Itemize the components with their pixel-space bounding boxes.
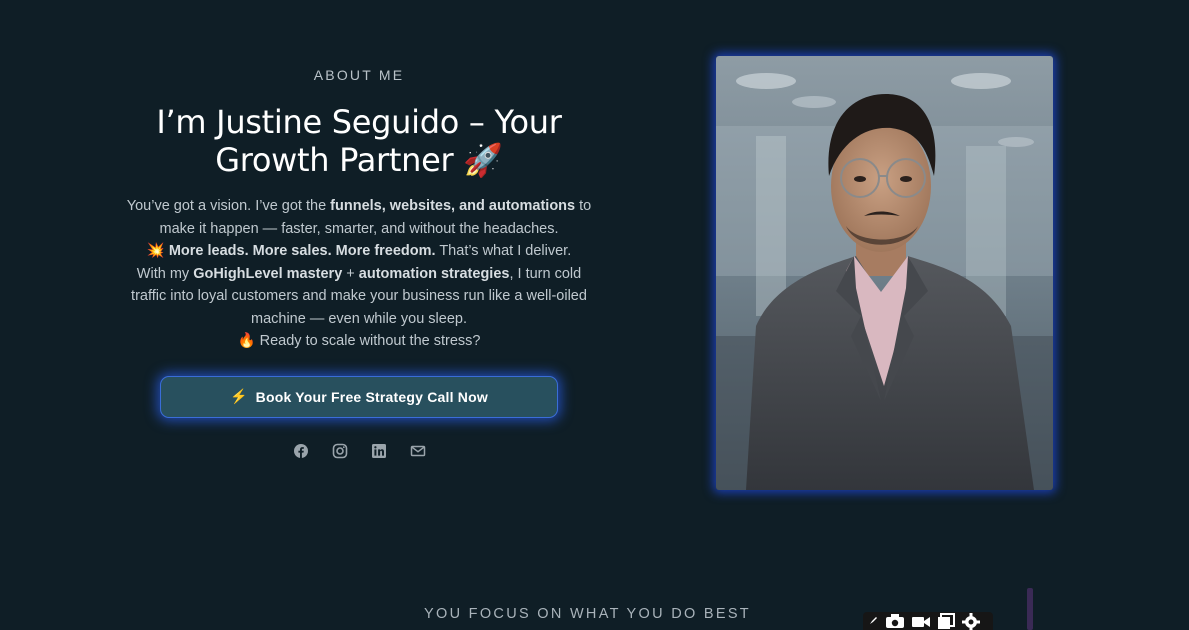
instagram-icon[interactable] — [332, 443, 348, 459]
camera-icon[interactable] — [885, 613, 905, 629]
gear-icon[interactable] — [961, 612, 981, 630]
profile-photo — [716, 56, 1053, 490]
bio-bold: funnels, websites, and automations — [330, 198, 576, 214]
bio-paragraph-3: With my GoHighLevel mastery + automation… — [118, 263, 600, 331]
about-section: ABOUT ME I’m Justine Seguido – Your Grow… — [118, 62, 600, 459]
bio-bold: GoHighLevel mastery — [193, 265, 343, 282]
window-icon[interactable] — [937, 613, 955, 629]
fire-icon: 🔥 — [237, 333, 256, 349]
book-call-button[interactable]: ⚡ Book Your Free Strategy Call Now — [160, 375, 558, 418]
bio-bold: More leads. More sales. More freedom. — [168, 243, 436, 259]
capture-toolbar — [863, 612, 993, 630]
title-line-1: I’m Justine Seguido – Your — [156, 103, 562, 141]
lightning-icon: ⚡ — [230, 388, 248, 404]
scroll-indicator[interactable] — [1027, 588, 1033, 630]
bio-paragraph-1: You’ve got a vision. I’ve got the funnel… — [118, 195, 600, 240]
mail-icon[interactable] — [410, 443, 426, 459]
page: ABOUT ME I’m Justine Seguido – Your Grow… — [0, 0, 1189, 630]
rocket-small-icon[interactable] — [867, 615, 879, 627]
social-links — [118, 443, 600, 459]
bio-text-span: You’ve got a vision. I’ve got the — [126, 198, 331, 214]
bio-paragraph-4: 🔥 Ready to scale without the stress? — [118, 330, 600, 353]
portrait-image — [716, 56, 1053, 490]
bio-paragraph-2: 💥 More leads. More sales. More freedom. … — [118, 240, 600, 263]
hero-title: I’m Justine Seguido – Your Growth Partne… — [118, 103, 600, 179]
about-eyebrow: ABOUT ME — [313, 67, 405, 83]
bio-text-span: Ready to scale without the stress? — [255, 333, 481, 349]
video-icon[interactable] — [911, 613, 931, 629]
bio-text-span: That’s what I deliver. — [435, 243, 572, 259]
bio-bold: automation strategies — [358, 265, 510, 282]
bio-text: You’ve got a vision. I’ve got the funnel… — [118, 195, 600, 353]
rocket-icon: 🚀 — [463, 141, 503, 179]
title-line-2: Growth Partner — [215, 141, 454, 179]
bio-text-span: With my — [136, 265, 194, 282]
collision-icon: 💥 — [146, 243, 165, 259]
linkedin-icon[interactable] — [371, 443, 387, 459]
book-call-label: Book Your Free Strategy Call Now — [255, 388, 488, 405]
facebook-icon[interactable] — [293, 443, 309, 459]
bio-text-span: + — [342, 265, 359, 282]
section-eyebrow: YOU FOCUS ON WHAT YOU DO BEST — [424, 606, 751, 622]
